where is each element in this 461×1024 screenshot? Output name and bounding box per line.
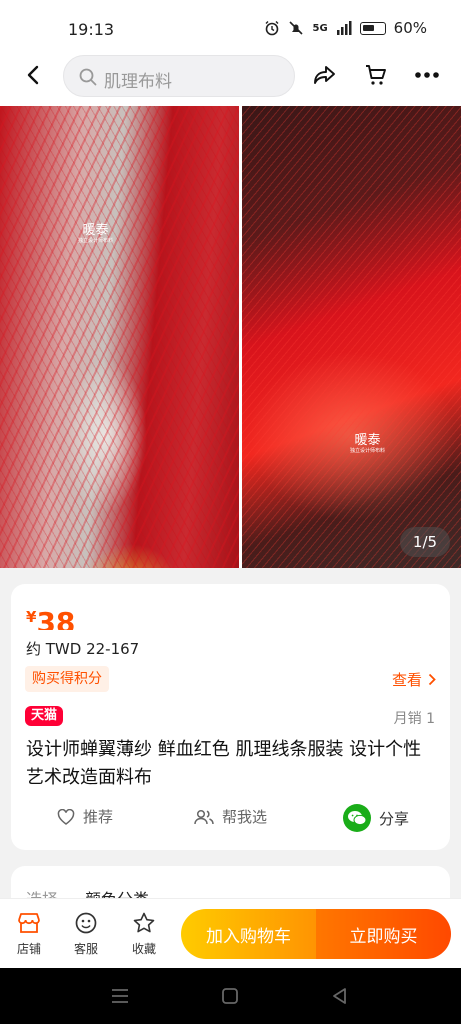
view-label: 查看 xyxy=(391,671,422,689)
chevron-left-icon xyxy=(27,65,39,85)
menu-nav-icon[interactable] xyxy=(109,986,131,1006)
store-icon xyxy=(18,913,40,933)
favorite-button[interactable]: 收藏 xyxy=(119,909,169,957)
share-wechat-button[interactable]: 分享 xyxy=(343,804,409,832)
image-counter: 1/5 xyxy=(400,527,450,557)
search-icon xyxy=(79,68,97,86)
home-nav-icon[interactable] xyxy=(219,986,241,1006)
wechat-icon xyxy=(343,804,371,832)
search-placeholder: 肌理布料 xyxy=(104,72,172,92)
back-nav-icon[interactable] xyxy=(329,986,351,1006)
price: ¥38 xyxy=(26,606,126,630)
heart-icon xyxy=(57,808,75,825)
chat-service-icon xyxy=(75,912,97,934)
search-input[interactable]: 肌理布料 xyxy=(63,55,295,97)
monthly-sales: 月销 1 xyxy=(393,711,435,727)
signal-icon xyxy=(336,21,352,35)
share-label: 分享 xyxy=(379,809,410,828)
converted-price: 约 TWD 22-167 xyxy=(26,640,140,658)
header-bar: 肌理布料 xyxy=(0,46,461,106)
product-title: 设计师蝉翼薄纱 鲜血红色 肌理线条服装 设计个性艺术改造面料布 xyxy=(26,739,422,788)
battery-percent: 60% xyxy=(393,19,427,37)
more-dots-icon xyxy=(415,72,439,78)
product-actions: 推荐 帮我选 分享 xyxy=(11,804,450,834)
cart-icon xyxy=(366,65,386,85)
share-button[interactable] xyxy=(310,60,340,90)
star-icon xyxy=(133,912,155,933)
screen: 19:13 5G 60% 肌理布料 暖泰 独立设计师布料 暖泰 独立设计师布料 … xyxy=(0,0,461,1024)
product-image-left: 暖泰 独立设计师布料 xyxy=(0,106,239,568)
help-choose-button[interactable]: 帮我选 xyxy=(194,806,267,827)
battery-icon xyxy=(359,21,386,35)
image-watermark: 暖泰 独立设计师布料 xyxy=(350,433,386,454)
signal-label: 5G xyxy=(312,22,328,34)
mute-icon xyxy=(289,21,304,35)
buy-now-button[interactable]: 立即购买 xyxy=(316,909,451,959)
product-image-right: 暖泰 独立设计师布料 xyxy=(242,106,461,568)
store-button[interactable]: 店铺 xyxy=(4,909,54,957)
price-value: 38 xyxy=(36,606,76,630)
add-to-cart-button[interactable]: 加入购物车 xyxy=(181,909,316,959)
people-icon xyxy=(194,809,214,824)
view-points-link[interactable]: 查看 xyxy=(392,669,436,690)
favorite-label: 收藏 xyxy=(131,942,156,956)
recommend-button[interactable]: 推荐 xyxy=(57,806,113,827)
help-choose-label: 帮我选 xyxy=(222,808,268,826)
bottom-action-bar: 店铺 客服 收藏 加入购物车 立即购买 xyxy=(0,898,461,968)
store-label: 店铺 xyxy=(16,942,41,956)
fabric-texture xyxy=(242,106,461,568)
currency-symbol: ¥ xyxy=(26,608,37,626)
cart-button[interactable] xyxy=(361,60,391,90)
chevron-right-icon xyxy=(428,673,436,686)
product-gallery[interactable]: 暖泰 独立设计师布料 暖泰 独立设计师布料 1/5 xyxy=(0,106,461,568)
purchase-buttons: 加入购物车 立即购买 xyxy=(181,909,451,959)
status-icons: 5G 60% xyxy=(264,19,427,37)
share-arrow-icon xyxy=(314,66,335,84)
alarm-icon xyxy=(265,21,279,36)
tmall-badge: 天猫 xyxy=(25,706,64,726)
points-badge: 购买得积分 xyxy=(25,666,109,692)
image-watermark: 暖泰 独立设计师布料 xyxy=(78,223,114,244)
system-nav-bar xyxy=(0,968,461,1024)
status-time: 19:13 xyxy=(68,20,115,39)
service-label: 客服 xyxy=(73,942,98,956)
status-bar: 19:13 5G 60% xyxy=(0,0,461,46)
fabric-texture xyxy=(0,106,239,568)
product-info-card: ¥38 约 TWD 22-167 购买得积分 查看 天猫 月销 1 设计师蝉翼薄… xyxy=(11,584,450,850)
back-button[interactable] xyxy=(18,60,48,90)
recommend-label: 推荐 xyxy=(83,808,114,826)
service-button[interactable]: 客服 xyxy=(61,909,111,957)
more-button[interactable] xyxy=(412,60,442,90)
